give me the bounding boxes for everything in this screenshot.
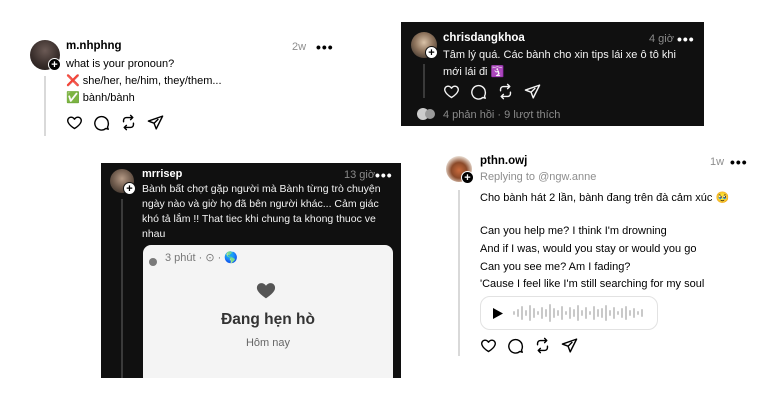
repost-icon[interactable]: [534, 337, 551, 354]
thread-line: [423, 64, 425, 98]
heart-icon: [256, 283, 276, 299]
follow-plus-icon[interactable]: +: [425, 46, 438, 59]
repost-icon[interactable]: [497, 83, 514, 100]
audio-player[interactable]: [480, 296, 658, 330]
embed-subtitle: Hôm nay: [245, 337, 291, 349]
post-card-pthnowj: + pthn.owj 1w ••• Replying to @ngw.anne …: [440, 150, 750, 360]
username[interactable]: mrrisep: [142, 168, 182, 180]
action-bar: [66, 114, 164, 131]
lyric-line: Can you help me? I think I'm drowning: [480, 225, 667, 237]
comment-icon[interactable]: [470, 83, 487, 100]
comment-icon[interactable]: [93, 114, 110, 131]
replier-avatar: [425, 109, 435, 119]
more-options-icon[interactable]: •••: [730, 155, 748, 169]
reply-to-label[interactable]: Replying to @ngw.anne: [480, 169, 596, 186]
post-text-line: ✅ bành/bành: [66, 92, 135, 104]
thread-line: [121, 199, 123, 378]
timestamp: 1w: [710, 156, 725, 168]
post-card-mnhphng: + m.nhphng 2w ••• what is your pronoun? …: [20, 30, 340, 140]
play-icon[interactable]: [492, 307, 504, 320]
embedded-image[interactable]: 3 phút · ⊙ · 🌎 Đang hẹn hò Hôm nay: [143, 245, 393, 378]
post-card-chrisdangkhoa: + chrisdangkhoa 4 giờ ••• Tâm lý quá. Cá…: [401, 22, 704, 126]
post-text: Bành bất chợt gặp người mà Bành từng trò…: [142, 183, 381, 240]
repost-icon[interactable]: [120, 114, 137, 131]
post-card-mrrisep: + mrrisep 13 giờ ••• Bành bất chợt gặp n…: [101, 163, 401, 378]
more-options-icon[interactable]: •••: [677, 32, 695, 46]
thread-line: [44, 76, 46, 136]
post-text: Tâm lý quá. Các bành cho xin tips lái xe…: [443, 49, 676, 78]
thread-line: [458, 190, 460, 356]
like-heart-icon[interactable]: [480, 337, 497, 354]
engagement-stats[interactable]: 4 phản hồi · 9 lượt thích: [443, 107, 560, 124]
follow-plus-icon[interactable]: +: [123, 182, 136, 195]
like-heart-icon[interactable]: [66, 114, 83, 131]
timestamp: 4 giờ: [649, 33, 674, 45]
status-dot: [149, 258, 157, 266]
post-text-line: what is your pronoun?: [66, 58, 175, 70]
username[interactable]: pthn.owj: [480, 155, 527, 167]
username[interactable]: chrisdangkhoa: [443, 32, 525, 44]
timestamp: 2w: [292, 41, 307, 53]
embed-title: Đang hẹn hò: [221, 311, 315, 328]
share-icon[interactable]: [147, 114, 164, 131]
post-text-line: ❌ she/her, he/him, they/them...: [66, 75, 222, 87]
like-heart-icon[interactable]: [443, 83, 460, 100]
post-text-line: Cho bành hát 2 lần, bành đang trên đà cả…: [480, 192, 730, 204]
more-options-icon[interactable]: •••: [375, 168, 393, 182]
heart-icon: [255, 361, 275, 378]
action-bar: [443, 83, 541, 100]
lyric-line: Can you see me? Am I fading?: [480, 261, 631, 273]
comment-icon[interactable]: [507, 337, 524, 354]
more-options-icon[interactable]: •••: [316, 40, 334, 54]
lyric-line: And if I was, would you stay or would yo…: [480, 243, 697, 255]
timestamp: 13 giờ: [344, 169, 376, 181]
follow-plus-icon[interactable]: +: [48, 58, 61, 71]
username[interactable]: m.nhphng: [66, 40, 122, 52]
share-icon[interactable]: [524, 83, 541, 100]
follow-plus-icon[interactable]: +: [461, 171, 474, 184]
embed-timestamp: 3 phút · ⊙ · 🌎: [165, 252, 239, 264]
audio-waveform-icon: [513, 304, 643, 322]
lyric-line: 'Cause I feel like I'm still searching f…: [480, 278, 705, 290]
action-bar: [480, 337, 578, 354]
share-icon[interactable]: [561, 337, 578, 354]
